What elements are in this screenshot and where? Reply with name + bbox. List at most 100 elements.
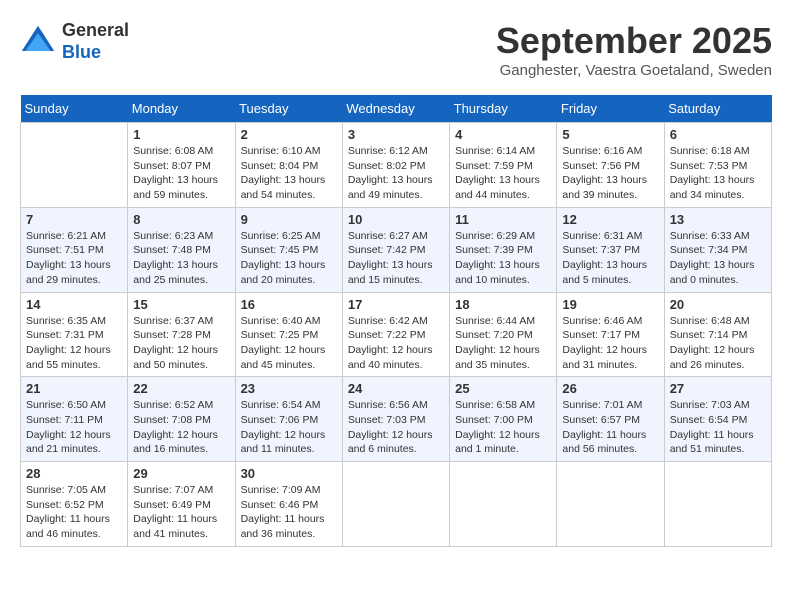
day-number: 10 xyxy=(348,212,444,227)
day-info: Sunrise: 6:50 AM Sunset: 7:11 PM Dayligh… xyxy=(26,398,122,457)
day-number: 2 xyxy=(241,127,337,142)
day-info: Sunrise: 6:23 AM Sunset: 7:48 PM Dayligh… xyxy=(133,229,229,288)
calendar-cell: 23 Sunrise: 6:54 AM Sunset: 7:06 PM Dayli… xyxy=(235,377,342,462)
day-number: 9 xyxy=(241,212,337,227)
day-number: 16 xyxy=(241,297,337,312)
calendar-cell: 3 Sunrise: 6:12 AM Sunset: 8:02 PM Daylig… xyxy=(342,123,449,208)
day-info: Sunrise: 6:33 AM Sunset: 7:34 PM Dayligh… xyxy=(670,229,766,288)
day-number: 28 xyxy=(26,466,122,481)
day-info: Sunrise: 6:46 AM Sunset: 7:17 PM Dayligh… xyxy=(562,314,658,373)
weekday-label: Wednesday xyxy=(342,95,449,123)
day-number: 26 xyxy=(562,381,658,396)
calendar-cell: 7Sunrise: 6:21 AM Sunset: 7:51 PM Daylig… xyxy=(21,207,128,292)
day-number: 5 xyxy=(562,127,658,142)
day-info: Sunrise: 6:27 AM Sunset: 7:42 PM Dayligh… xyxy=(348,229,444,288)
day-info: Sunrise: 6:44 AM Sunset: 7:20 PM Dayligh… xyxy=(455,314,551,373)
day-info: Sunrise: 6:18 AM Sunset: 7:53 PM Dayligh… xyxy=(670,144,766,203)
day-number: 17 xyxy=(348,297,444,312)
day-number: 15 xyxy=(133,297,229,312)
calendar-cell: 19 Sunrise: 6:46 AM Sunset: 7:17 PM Dayli… xyxy=(557,292,664,377)
day-info: Sunrise: 6:16 AM Sunset: 7:56 PM Dayligh… xyxy=(562,144,658,203)
calendar-cell: 16 Sunrise: 6:40 AM Sunset: 7:25 PM Dayli… xyxy=(235,292,342,377)
calendar-cell xyxy=(21,123,128,208)
day-info: Sunrise: 6:14 AM Sunset: 7:59 PM Dayligh… xyxy=(455,144,551,203)
day-info: Sunrise: 6:56 AM Sunset: 7:03 PM Dayligh… xyxy=(348,398,444,457)
calendar-cell: 2 Sunrise: 6:10 AM Sunset: 8:04 PM Daylig… xyxy=(235,123,342,208)
calendar-cell: 21 Sunrise: 6:50 AM Sunset: 7:11 PM Dayli… xyxy=(21,377,128,462)
calendar-cell: 22Sunrise: 6:52 AM Sunset: 7:08 PM Dayli… xyxy=(128,377,235,462)
day-info: Sunrise: 6:37 AM Sunset: 7:28 PM Dayligh… xyxy=(133,314,229,373)
day-info: Sunrise: 7:05 AM Sunset: 6:52 PM Dayligh… xyxy=(26,483,122,542)
calendar-cell: 1 Sunrise: 6:08 AM Sunset: 8:07 PM Daylig… xyxy=(128,123,235,208)
weekday-label: Sunday xyxy=(21,95,128,123)
calendar-cell: 5 Sunrise: 6:16 AM Sunset: 7:56 PM Daylig… xyxy=(557,123,664,208)
day-number: 1 xyxy=(133,127,229,142)
logo-icon xyxy=(20,24,56,60)
calendar-cell: 25 Sunrise: 6:58 AM Sunset: 7:00 PM Dayli… xyxy=(450,377,557,462)
calendar-cell: 26 Sunrise: 7:01 AM Sunset: 6:57 PM Dayli… xyxy=(557,377,664,462)
calendar-cell: 12 Sunrise: 6:31 AM Sunset: 7:37 PM Dayli… xyxy=(557,207,664,292)
calendar-week-row: 14 Sunrise: 6:35 AM Sunset: 7:31 PM Dayli… xyxy=(21,292,772,377)
day-info: Sunrise: 6:12 AM Sunset: 8:02 PM Dayligh… xyxy=(348,144,444,203)
calendar-cell: 14 Sunrise: 6:35 AM Sunset: 7:31 PM Dayli… xyxy=(21,292,128,377)
calendar-cell: 8 Sunrise: 6:23 AM Sunset: 7:48 PM Daylig… xyxy=(128,207,235,292)
day-number: 3 xyxy=(348,127,444,142)
day-info: Sunrise: 7:03 AM Sunset: 6:54 PM Dayligh… xyxy=(670,398,766,457)
calendar-cell: 6Sunrise: 6:18 AM Sunset: 7:53 PM Daylig… xyxy=(664,123,771,208)
day-number: 13 xyxy=(670,212,766,227)
day-number: 23 xyxy=(241,381,337,396)
calendar-cell xyxy=(342,462,449,547)
day-number: 29 xyxy=(133,466,229,481)
day-info: Sunrise: 6:54 AM Sunset: 7:06 PM Dayligh… xyxy=(241,398,337,457)
day-info: Sunrise: 6:35 AM Sunset: 7:31 PM Dayligh… xyxy=(26,314,122,373)
weekday-header-row: SundayMondayTuesdayWednesdayThursdayFrid… xyxy=(21,95,772,123)
day-info: Sunrise: 7:01 AM Sunset: 6:57 PM Dayligh… xyxy=(562,398,658,457)
day-info: Sunrise: 6:58 AM Sunset: 7:00 PM Dayligh… xyxy=(455,398,551,457)
day-info: Sunrise: 6:48 AM Sunset: 7:14 PM Dayligh… xyxy=(670,314,766,373)
day-number: 20 xyxy=(670,297,766,312)
day-number: 19 xyxy=(562,297,658,312)
day-info: Sunrise: 6:08 AM Sunset: 8:07 PM Dayligh… xyxy=(133,144,229,203)
month-title: September 2025 xyxy=(496,20,772,62)
calendar-week-row: 1 Sunrise: 6:08 AM Sunset: 8:07 PM Daylig… xyxy=(21,123,772,208)
day-number: 4 xyxy=(455,127,551,142)
day-info: Sunrise: 7:09 AM Sunset: 6:46 PM Dayligh… xyxy=(241,483,337,542)
calendar-body: 1 Sunrise: 6:08 AM Sunset: 8:07 PM Daylig… xyxy=(21,123,772,547)
weekday-label: Friday xyxy=(557,95,664,123)
day-info: Sunrise: 7:07 AM Sunset: 6:49 PM Dayligh… xyxy=(133,483,229,542)
calendar-cell: 15 Sunrise: 6:37 AM Sunset: 7:28 PM Dayli… xyxy=(128,292,235,377)
title-block: September 2025 Ganghester, Vaestra Goeta… xyxy=(496,20,772,79)
day-info: Sunrise: 6:31 AM Sunset: 7:37 PM Dayligh… xyxy=(562,229,658,288)
day-number: 24 xyxy=(348,381,444,396)
day-info: Sunrise: 6:42 AM Sunset: 7:22 PM Dayligh… xyxy=(348,314,444,373)
day-number: 25 xyxy=(455,381,551,396)
calendar-cell: 24 Sunrise: 6:56 AM Sunset: 7:03 PM Dayli… xyxy=(342,377,449,462)
weekday-label: Saturday xyxy=(664,95,771,123)
weekday-label: Thursday xyxy=(450,95,557,123)
calendar-cell: 17 Sunrise: 6:42 AM Sunset: 7:22 PM Dayli… xyxy=(342,292,449,377)
page-header: General Blue September 2025 Ganghester, … xyxy=(20,20,772,79)
calendar-table: SundayMondayTuesdayWednesdayThursdayFrid… xyxy=(20,95,772,547)
day-info: Sunrise: 6:29 AM Sunset: 7:39 PM Dayligh… xyxy=(455,229,551,288)
calendar-cell: 28 Sunrise: 7:05 AM Sunset: 6:52 PM Dayli… xyxy=(21,462,128,547)
day-number: 14 xyxy=(26,297,122,312)
calendar-week-row: 7Sunrise: 6:21 AM Sunset: 7:51 PM Daylig… xyxy=(21,207,772,292)
calendar-cell xyxy=(557,462,664,547)
day-number: 21 xyxy=(26,381,122,396)
weekday-label: Monday xyxy=(128,95,235,123)
logo: General Blue xyxy=(20,20,129,63)
day-info: Sunrise: 6:52 AM Sunset: 7:08 PM Dayligh… xyxy=(133,398,229,457)
calendar-cell xyxy=(664,462,771,547)
day-info: Sunrise: 6:25 AM Sunset: 7:45 PM Dayligh… xyxy=(241,229,337,288)
calendar-cell xyxy=(450,462,557,547)
calendar-week-row: 21 Sunrise: 6:50 AM Sunset: 7:11 PM Dayli… xyxy=(21,377,772,462)
calendar-week-row: 28 Sunrise: 7:05 AM Sunset: 6:52 PM Dayli… xyxy=(21,462,772,547)
calendar-cell: 13 Sunrise: 6:33 AM Sunset: 7:34 PM Dayli… xyxy=(664,207,771,292)
day-info: Sunrise: 6:40 AM Sunset: 7:25 PM Dayligh… xyxy=(241,314,337,373)
day-info: Sunrise: 6:10 AM Sunset: 8:04 PM Dayligh… xyxy=(241,144,337,203)
day-number: 30 xyxy=(241,466,337,481)
calendar-cell: 27Sunrise: 7:03 AM Sunset: 6:54 PM Dayli… xyxy=(664,377,771,462)
calendar-cell: 18Sunrise: 6:44 AM Sunset: 7:20 PM Dayli… xyxy=(450,292,557,377)
day-number: 12 xyxy=(562,212,658,227)
day-number: 8 xyxy=(133,212,229,227)
